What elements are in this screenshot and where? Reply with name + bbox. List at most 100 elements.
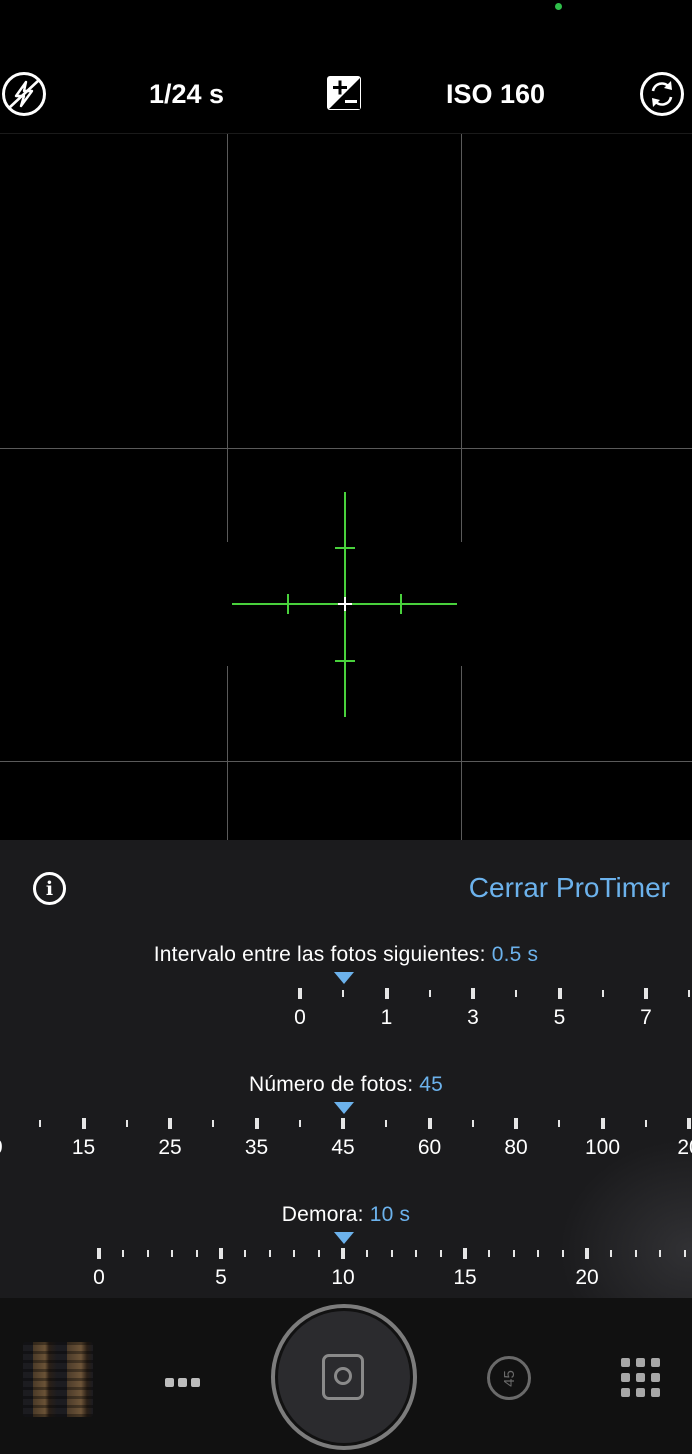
interval-label: Intervalo entre las fotos siguientes: 0.… bbox=[0, 943, 692, 967]
ruler-minor-tick bbox=[428, 990, 431, 997]
gallery-thumbnail[interactable] bbox=[23, 1342, 93, 1417]
ruler-minor-tick bbox=[558, 1120, 561, 1127]
ruler-tick-label: 60 bbox=[417, 1136, 442, 1159]
interval-value: 0.5 s bbox=[491, 943, 539, 966]
ruler-tick-label: 25 bbox=[158, 1136, 182, 1159]
ruler-minor-tick bbox=[415, 1250, 418, 1257]
ruler-tick-label: 100 bbox=[584, 1136, 621, 1159]
timer-icon[interactable]: 45 bbox=[487, 1356, 531, 1400]
ruler-major-tick bbox=[81, 1118, 86, 1129]
ruler-minor-tick bbox=[385, 1120, 388, 1127]
ruler-minor-tick bbox=[298, 1120, 301, 1127]
ruler-major-tick bbox=[298, 988, 302, 999]
grid-line bbox=[0, 761, 692, 762]
ruler-major-tick bbox=[463, 1248, 467, 1259]
ruler-tick-label: 15 bbox=[71, 1136, 96, 1159]
more-icon[interactable] bbox=[165, 1374, 204, 1392]
ruler-minor-tick bbox=[125, 1120, 128, 1127]
ruler-major-tick bbox=[687, 1118, 691, 1129]
timer-badge: 45 bbox=[500, 1369, 518, 1387]
grid-line bbox=[0, 448, 692, 449]
ruler-tick-label: 0 bbox=[93, 1266, 105, 1289]
ruler-tick-label: 7 bbox=[640, 1006, 652, 1029]
iso-value[interactable]: ISO 160 bbox=[446, 76, 545, 112]
ruler-minor-tick bbox=[293, 1250, 296, 1257]
protimer-panel: i Cerrar ProTimer Intervalo entre las fo… bbox=[0, 840, 692, 1298]
ruler-minor-tick bbox=[390, 1250, 393, 1257]
ruler-major-tick bbox=[219, 1248, 223, 1259]
ruler-major-tick bbox=[644, 988, 648, 999]
ruler-tick-label: 9 bbox=[0, 1136, 3, 1160]
ruler-minor-tick bbox=[561, 1250, 564, 1257]
delay-label-text: Demora: bbox=[281, 1203, 364, 1226]
switch-camera-icon[interactable] bbox=[640, 72, 684, 116]
grid-line bbox=[227, 134, 228, 841]
shutter-icon bbox=[322, 1354, 364, 1400]
ruler-minor-tick bbox=[488, 1250, 491, 1257]
photos-pointer bbox=[334, 1102, 354, 1114]
ruler-tick-label: 5 bbox=[215, 1266, 227, 1289]
ruler-major-tick bbox=[384, 988, 389, 999]
ruler-major-tick bbox=[341, 1248, 345, 1259]
ruler-minor-tick bbox=[146, 1250, 149, 1257]
ruler-major-tick bbox=[585, 1248, 589, 1259]
ruler-major-tick bbox=[557, 988, 562, 999]
grid-line bbox=[461, 134, 462, 841]
exposure-compensation-icon[interactable] bbox=[326, 75, 362, 111]
ruler-minor-tick bbox=[317, 1250, 320, 1257]
shutter-speed-value[interactable]: 1/24 s bbox=[149, 76, 224, 112]
ruler-minor-tick bbox=[471, 1120, 474, 1127]
ruler-minor-tick bbox=[515, 990, 518, 997]
ruler-tick-label: 1 bbox=[380, 1006, 393, 1029]
ruler-major-tick bbox=[600, 1118, 605, 1129]
camera-viewfinder[interactable] bbox=[0, 133, 692, 841]
delay-value: 10 s bbox=[369, 1203, 411, 1226]
ruler-tick-label: 20 bbox=[677, 1136, 692, 1159]
ruler-major-tick bbox=[168, 1118, 172, 1129]
ruler-minor-tick bbox=[268, 1250, 271, 1257]
ruler-major-tick bbox=[341, 1118, 345, 1129]
ruler-minor-tick bbox=[683, 1250, 686, 1257]
ruler-tick-label: 20 bbox=[575, 1266, 599, 1289]
ruler-major-tick bbox=[427, 1118, 432, 1129]
bottom-bar: 45 bbox=[0, 1298, 692, 1454]
ruler-major-tick bbox=[254, 1118, 259, 1129]
ruler-minor-tick bbox=[122, 1250, 125, 1257]
ruler-minor-tick bbox=[366, 1250, 369, 1257]
ruler-tick-label: 5 bbox=[553, 1006, 566, 1029]
ruler-tick-label: 15 bbox=[453, 1266, 477, 1289]
ruler-minor-tick bbox=[634, 1250, 637, 1257]
info-icon[interactable]: i bbox=[33, 872, 66, 905]
ruler-tick-label: 80 bbox=[504, 1136, 528, 1159]
ruler-minor-tick bbox=[171, 1250, 174, 1257]
photos-value: 45 bbox=[419, 1073, 444, 1096]
ruler-major-tick bbox=[514, 1118, 518, 1129]
ruler-tick-label: 0 bbox=[294, 1006, 306, 1029]
ruler-minor-tick bbox=[537, 1250, 540, 1257]
ruler-minor-tick bbox=[195, 1250, 198, 1257]
ruler-major-tick bbox=[97, 1248, 101, 1259]
delay-label: Demora: 10 s bbox=[0, 1203, 692, 1227]
flash-off-icon[interactable] bbox=[2, 72, 46, 116]
ruler-tick-label: 35 bbox=[244, 1136, 269, 1159]
ruler-minor-tick bbox=[601, 990, 604, 997]
ruler-minor-tick bbox=[212, 1120, 215, 1127]
photos-label: Número de fotos: 45 bbox=[0, 1073, 692, 1097]
delay-pointer bbox=[334, 1232, 354, 1244]
ruler-minor-tick bbox=[244, 1250, 247, 1257]
ruler-minor-tick bbox=[512, 1250, 515, 1257]
top-bar: 1/24 s ISO 160 bbox=[0, 0, 692, 133]
ruler-minor-tick bbox=[688, 990, 691, 997]
close-protimer-button[interactable]: Cerrar ProTimer bbox=[469, 872, 670, 904]
ruler-minor-tick bbox=[342, 990, 345, 997]
ruler-minor-tick bbox=[610, 1250, 613, 1257]
ruler-tick-label: 45 bbox=[331, 1136, 355, 1159]
ruler-minor-tick bbox=[439, 1250, 442, 1257]
ruler-tick-label: 3 bbox=[467, 1006, 479, 1029]
ruler-major-tick bbox=[471, 988, 475, 999]
ruler-tick-label: 10 bbox=[331, 1266, 355, 1289]
grid-menu-icon[interactable] bbox=[621, 1358, 661, 1398]
photos-label-text: Número de fotos: bbox=[248, 1073, 414, 1096]
ruler-minor-tick bbox=[659, 1250, 662, 1257]
ruler-minor-tick bbox=[39, 1120, 42, 1127]
